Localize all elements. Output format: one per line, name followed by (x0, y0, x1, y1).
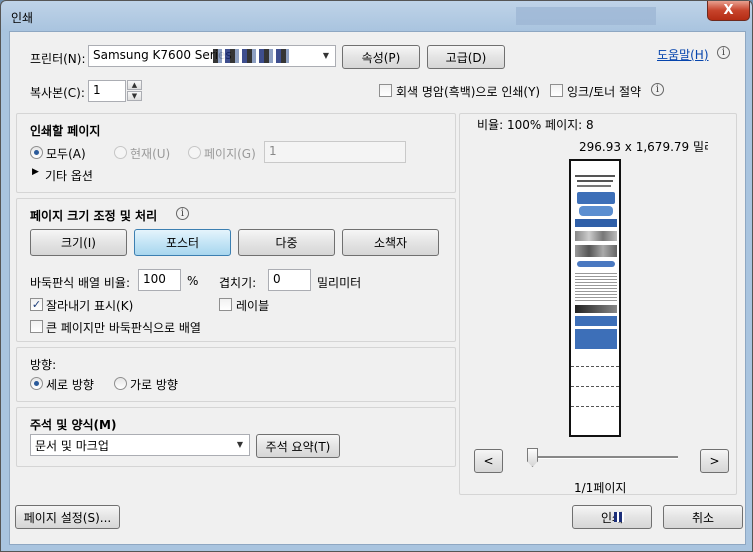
title-bar-blur (516, 7, 656, 25)
all-pages-label: 모두(A) (46, 147, 86, 161)
overlap-label: 겹치기: (219, 276, 257, 290)
tile-scale-label: 바둑판식 배열 비율: (30, 276, 130, 290)
preview-page-indicator: 1/1페이지 (574, 481, 627, 495)
preview-cut-line (571, 366, 619, 367)
tile-scale-unit: % (187, 274, 199, 288)
preview-title-line (577, 180, 613, 182)
preview-cut-line (571, 386, 619, 387)
window-title: 인쇄 (11, 11, 34, 25)
preview-graphic-block (575, 329, 617, 349)
tile-large-pages-label: 큰 페이지만 바둑판식으로 배열 (46, 321, 201, 335)
redacted-printer-name (213, 49, 289, 63)
preview-title-line (577, 185, 611, 187)
orientation-heading: 방향: (30, 358, 57, 372)
expand-triangle-icon[interactable]: ▶ (32, 167, 39, 177)
preview-graphic-block (575, 219, 617, 227)
save-ink-checkbox[interactable] (550, 84, 563, 97)
copies-up-icon[interactable]: ▲ (127, 80, 142, 90)
comments-select-value: 문서 및 마크업 (35, 439, 109, 453)
save-ink-info-icon[interactable]: i (651, 83, 664, 96)
preview-photo-strip (575, 231, 617, 241)
help-info-icon[interactable]: i (717, 46, 730, 59)
size-mode-button[interactable]: 크기(I) (30, 229, 127, 256)
cut-marks-label: 잘라내기 표시(K) (46, 299, 134, 313)
save-ink-label: 잉크/토너 절약 (567, 85, 642, 99)
preview-photo-strip (575, 305, 617, 313)
preview-prev-button[interactable]: < (474, 449, 503, 473)
page-setup-button[interactable]: 페이지 설정(S)... (15, 505, 120, 529)
chevron-down-icon[interactable]: ▼ (233, 438, 247, 452)
overlap-input[interactable]: 0 (268, 269, 311, 291)
summarize-comments-button[interactable]: 주석 요약(T) (256, 434, 340, 458)
current-page-radio[interactable] (114, 146, 127, 159)
preview-graphic-block (577, 261, 615, 267)
preview-dimensions: 296.93 x 1,679.79 밀리미 (579, 140, 708, 154)
poster-mode-button[interactable]: 포스터 (134, 229, 231, 256)
advanced-button[interactable]: 고급(D) (427, 45, 505, 69)
preview-title-line (575, 175, 615, 177)
preview-text-block (575, 271, 617, 301)
tile-large-pages-checkbox[interactable] (30, 320, 43, 333)
close-button[interactable]: X (707, 1, 750, 21)
pages-range-radio[interactable] (188, 146, 201, 159)
printer-select-value: Samsung K7600 Series (93, 48, 232, 62)
cancel-button[interactable]: 취소 (663, 505, 743, 529)
current-page-label: 현재(U) (130, 147, 171, 161)
print-button[interactable]: 인쇄 (572, 505, 652, 529)
pages-to-print-heading: 인쇄할 페이지 (30, 124, 101, 138)
preview-next-button[interactable]: > (700, 449, 729, 473)
properties-button[interactable]: 속성(P) (342, 45, 420, 69)
preview-photo-strip (575, 245, 617, 257)
copies-input[interactable]: 1 (88, 80, 126, 102)
page-sizing-info-icon[interactable]: i (176, 207, 189, 220)
preview-slider-track[interactable] (530, 456, 678, 459)
preview-cut-line (571, 406, 619, 407)
page-sizing-heading: 페이지 크기 조정 및 처리 (30, 209, 158, 223)
copies-down-icon[interactable]: ▼ (127, 91, 142, 101)
landscape-label: 가로 방향 (130, 378, 178, 392)
portrait-radio[interactable] (30, 377, 43, 390)
preview-graphic-block (575, 316, 617, 326)
preview-graphic-block (579, 206, 613, 216)
comments-select[interactable]: 문서 및 마크업 ▼ (30, 434, 250, 456)
labels-checkbox[interactable] (219, 298, 232, 311)
help-link[interactable]: 도움말(H) (657, 46, 709, 63)
portrait-label: 세로 방향 (46, 378, 94, 392)
cut-marks-checkbox[interactable]: ✓ (30, 298, 43, 311)
labels-label: 레이블 (236, 299, 270, 313)
pages-range-input[interactable]: 1 (264, 141, 406, 163)
preview-page-thumbnail (569, 159, 621, 437)
pages-range-label: 페이지(G) (204, 147, 256, 161)
overlap-unit: 밀리미터 (317, 276, 362, 290)
landscape-radio[interactable] (114, 377, 127, 390)
more-options-toggle[interactable]: 기타 옵션 (45, 167, 93, 184)
booklet-mode-button[interactable]: 소책자 (342, 229, 439, 256)
printer-label: 프린터(N): (30, 52, 86, 66)
preview-scale-text: 비율: 100% 페이지: 8 (477, 118, 594, 132)
redacted-print-text (614, 512, 624, 522)
grayscale-label: 회색 명암(흑백)으로 인쇄(Y) (396, 85, 541, 99)
comments-heading: 주석 및 양식(M) (30, 418, 117, 432)
orientation-panel (16, 347, 456, 402)
printer-select[interactable]: Samsung K7600 Series ▼ (88, 45, 336, 67)
chevron-down-icon[interactable]: ▼ (319, 49, 333, 63)
preview-graphic-block (577, 192, 615, 204)
all-pages-radio[interactable] (30, 146, 43, 159)
copies-label: 복사본(C): (30, 86, 85, 100)
grayscale-checkbox[interactable] (379, 84, 392, 97)
multiple-mode-button[interactable]: 다중 (238, 229, 335, 256)
tile-scale-input[interactable]: 100 (138, 269, 181, 291)
